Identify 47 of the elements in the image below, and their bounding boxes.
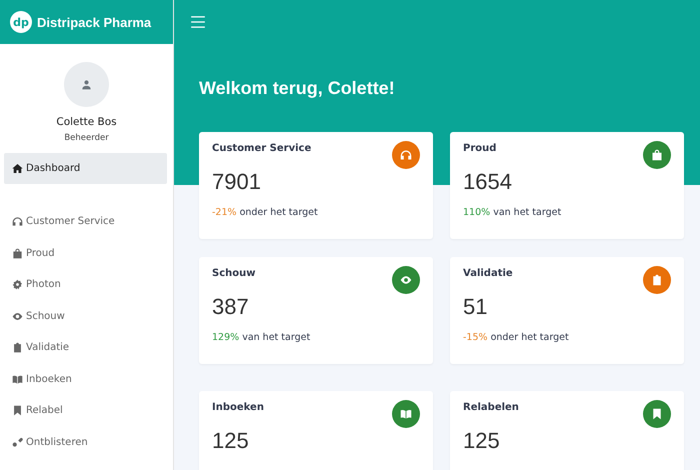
headphones-icon — [400, 149, 412, 161]
target-note: -21% onder het target — [212, 207, 319, 218]
clipboard-icon — [651, 274, 663, 286]
sidebar-item[interactable]: Validatie — [0, 332, 173, 364]
card-title: Proud — [463, 143, 496, 154]
sidebar-item[interactable]: Proud — [0, 238, 173, 269]
user-icon — [81, 79, 92, 90]
eye-icon — [400, 274, 412, 286]
app-title[interactable]: Distripack Pharma — [37, 14, 152, 30]
sidebar-item[interactable]: Relabel — [0, 395, 173, 426]
welcome-heading: Welkom terug, Colette! — [199, 78, 396, 99]
card-title: Customer Service — [212, 143, 312, 154]
pills-icon — [12, 436, 23, 448]
eye-icon — [12, 310, 23, 322]
sidebar-item[interactable]: Ontblisteren — [0, 426, 173, 458]
book-icon — [400, 408, 412, 420]
user-role: Beheerder — [64, 133, 109, 143]
logo[interactable]: dp — [10, 11, 32, 33]
card-title: Schouw — [212, 268, 256, 279]
card-value: 7901 — [212, 169, 262, 195]
sidebar-item[interactable]: Schouw — [0, 300, 173, 332]
headphones-icon — [12, 216, 23, 228]
sidebar-item[interactable]: Customer Service — [0, 206, 173, 238]
card-value: 51 — [463, 294, 488, 320]
bag-icon — [12, 248, 23, 259]
target-note: 110% van het target — [463, 207, 562, 218]
card-value: 1654 — [463, 169, 513, 195]
user-name: Colette Bos — [56, 116, 117, 128]
card-value: 387 — [212, 294, 250, 320]
bag-icon — [651, 149, 663, 161]
sidebar-item[interactable]: Dashboard — [4, 153, 167, 184]
card-title: Inboeken — [212, 402, 264, 413]
menu-icon[interactable] — [191, 16, 205, 28]
clipboard-icon — [12, 342, 23, 354]
target-note: -15% onder het target — [463, 332, 570, 343]
card-value: 125 — [212, 428, 250, 454]
card-title: Validatie — [463, 268, 513, 279]
book-icon — [12, 374, 23, 385]
target-note: 129% van het target — [212, 332, 312, 343]
card-title: Relabelen — [463, 402, 519, 413]
sidebar-item[interactable]: Photon — [0, 269, 173, 300]
gear-icon — [12, 279, 23, 290]
card-value: 125 — [463, 428, 501, 454]
bookmark-icon — [12, 405, 23, 416]
sidebar-item[interactable]: Inboeken — [0, 364, 173, 395]
bookmark-icon — [651, 408, 663, 420]
home-icon — [12, 163, 23, 174]
